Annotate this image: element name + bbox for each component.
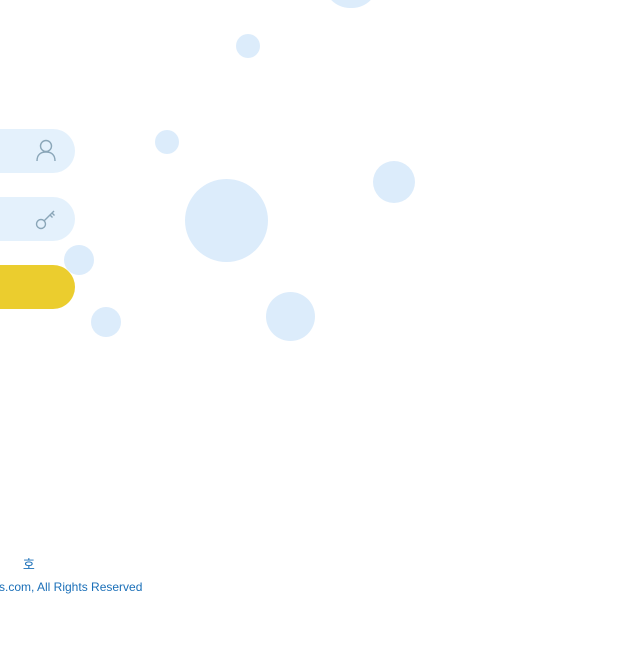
decor-bubble <box>185 179 268 262</box>
decor-bubble <box>91 307 121 337</box>
login-page: 호 s.com, All Rights Reserved <box>0 0 635 649</box>
user-icon <box>33 138 59 164</box>
decor-bubble <box>324 0 378 8</box>
password-field[interactable] <box>0 197 75 241</box>
decor-bubble <box>266 292 315 341</box>
username-field[interactable] <box>0 129 75 173</box>
copyright-text: s.com, All Rights Reserved <box>0 580 143 594</box>
decor-bubble <box>236 34 260 58</box>
footer-info: 호 <box>22 557 35 572</box>
key-icon <box>33 206 59 232</box>
login-button[interactable] <box>0 265 75 309</box>
decor-bubble <box>155 130 179 154</box>
decor-bubble <box>373 161 415 203</box>
